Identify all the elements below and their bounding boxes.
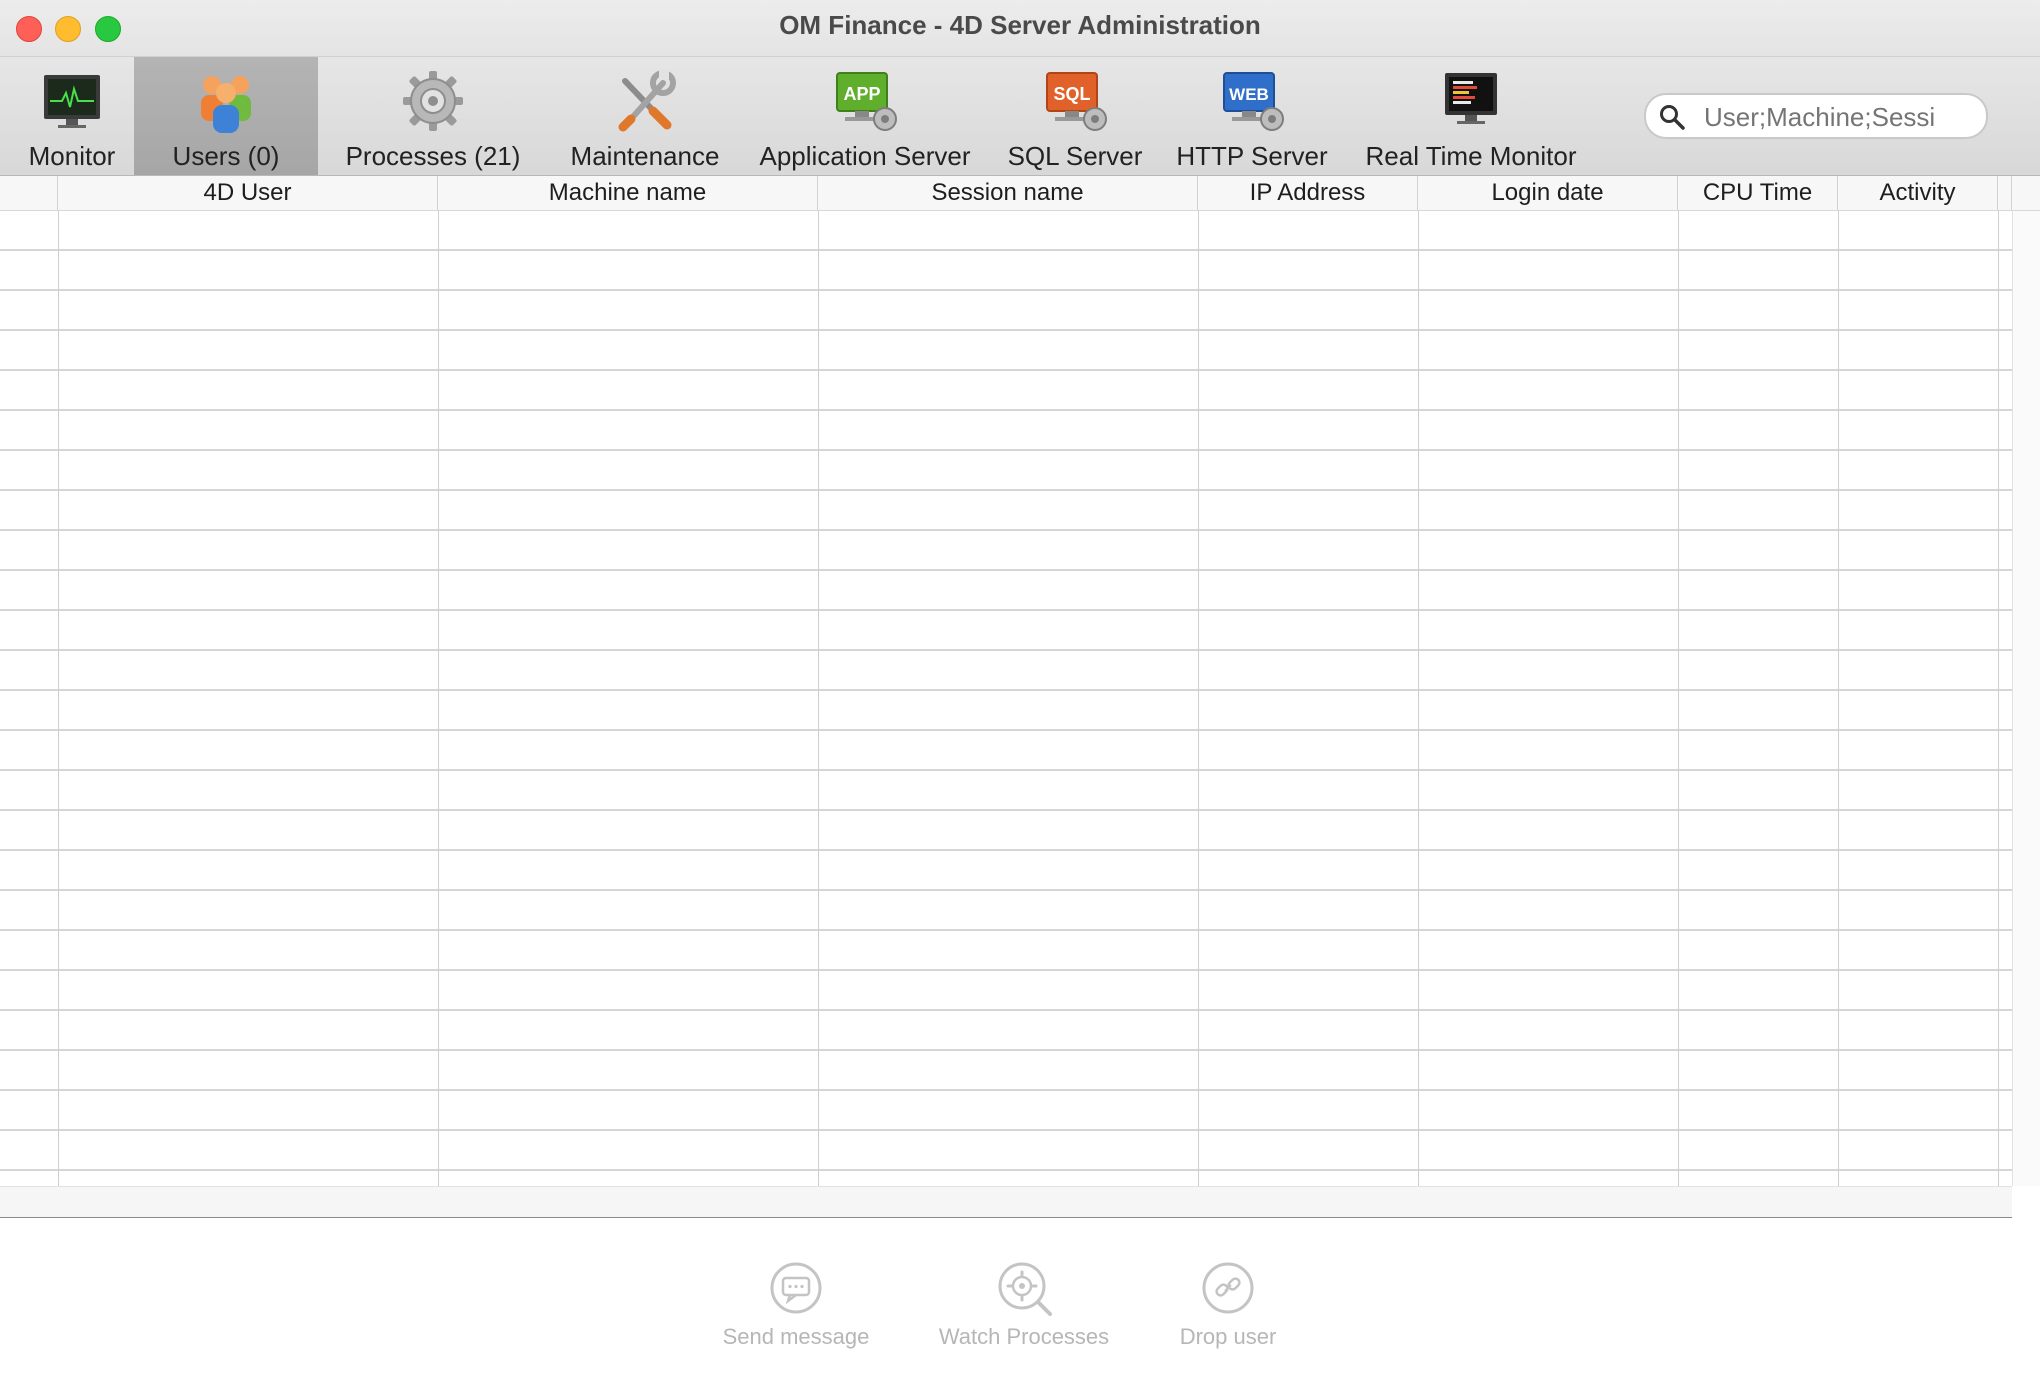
drop-user-button[interactable]: Drop user bbox=[1168, 1258, 1288, 1350]
action-label: Drop user bbox=[1179, 1324, 1277, 1349]
column-header-machine-name[interactable]: Machine name bbox=[438, 176, 818, 210]
tab-label: Processes (21) bbox=[345, 141, 521, 171]
admin-window: OM Finance - 4D Server Administration Mo… bbox=[0, 0, 2040, 1376]
column-divider bbox=[1198, 211, 1199, 1186]
gear-icon bbox=[403, 71, 463, 131]
table-row[interactable] bbox=[0, 451, 2012, 491]
column-divider bbox=[1838, 211, 1839, 1186]
table-row[interactable] bbox=[0, 251, 2012, 291]
real-time-monitor-icon bbox=[1445, 73, 1497, 124]
sql-server-icon: SQL bbox=[1046, 72, 1107, 131]
search-field[interactable] bbox=[1644, 93, 1988, 139]
tab-label: Application Server bbox=[759, 141, 971, 171]
table-row[interactable] bbox=[0, 771, 2012, 811]
table-row[interactable] bbox=[0, 491, 2012, 531]
svg-text:APP: APP bbox=[843, 84, 880, 104]
search-icon bbox=[1660, 105, 1685, 130]
window-title: OM Finance - 4D Server Administration bbox=[779, 10, 1261, 40]
table-row[interactable] bbox=[0, 331, 2012, 371]
column-divider bbox=[1998, 211, 1999, 1186]
svg-text:WEB: WEB bbox=[1229, 85, 1269, 104]
column-divider bbox=[1418, 211, 1419, 1186]
monitor-icon bbox=[44, 75, 100, 128]
table-row[interactable] bbox=[0, 571, 2012, 611]
action-label: Watch Processes bbox=[938, 1324, 1110, 1349]
app-server-icon: APP bbox=[836, 72, 897, 131]
tab-real-time-monitor[interactable]: Real Time Monitor bbox=[1356, 57, 1586, 175]
table-row[interactable] bbox=[0, 1171, 2012, 1186]
action-bar: Send message Watch Processes Drop user bbox=[0, 1218, 2040, 1376]
tab-label: Monitor bbox=[28, 141, 116, 171]
search-input[interactable] bbox=[1702, 99, 1976, 135]
table-row[interactable] bbox=[0, 291, 2012, 331]
column-divider bbox=[1678, 211, 1679, 1186]
action-label: Send message bbox=[722, 1324, 870, 1349]
table-row[interactable] bbox=[0, 411, 2012, 451]
table-row[interactable] bbox=[0, 211, 2012, 251]
column-divider bbox=[58, 211, 59, 1186]
tab-sql-server[interactable]: SQL SQL Server bbox=[998, 57, 1152, 175]
vertical-scrollbar[interactable] bbox=[2012, 211, 2040, 1186]
tools-icon bbox=[618, 69, 676, 132]
table-row[interactable] bbox=[0, 651, 2012, 691]
table-row[interactable] bbox=[0, 1011, 2012, 1051]
title-bar: OM Finance - 4D Server Administration bbox=[0, 0, 2040, 57]
column-divider bbox=[818, 211, 819, 1186]
tab-label: Real Time Monitor bbox=[1365, 141, 1577, 171]
tab-http-server[interactable]: WEB HTTP Server bbox=[1168, 57, 1336, 175]
column-header-spacer bbox=[1998, 176, 2012, 210]
watch-processes-icon bbox=[998, 1262, 1052, 1316]
table-body[interactable] bbox=[0, 211, 2012, 1186]
column-header-activity[interactable]: Activity bbox=[1838, 176, 1998, 210]
column-header-ip-address[interactable]: IP Address bbox=[1198, 176, 1418, 210]
column-header-cpu-time[interactable]: CPU Time bbox=[1678, 176, 1838, 210]
watch-processes-button[interactable]: Watch Processes bbox=[924, 1258, 1124, 1350]
table-header: 4D User Machine name Session name IP Add… bbox=[0, 176, 2040, 211]
table-row[interactable] bbox=[0, 931, 2012, 971]
table-row[interactable] bbox=[0, 531, 2012, 571]
tab-application-server[interactable]: APP Application Server bbox=[748, 57, 982, 175]
table-row[interactable] bbox=[0, 1131, 2012, 1171]
table-row[interactable] bbox=[0, 731, 2012, 771]
column-header-session-name[interactable]: Session name bbox=[818, 176, 1198, 210]
http-server-icon: WEB bbox=[1223, 72, 1284, 131]
users-table: 4D User Machine name Session name IP Add… bbox=[0, 176, 2040, 1186]
table-row[interactable] bbox=[0, 371, 2012, 411]
tab-processes[interactable]: Processes (21) bbox=[330, 57, 536, 175]
users-icon bbox=[201, 76, 251, 133]
table-row[interactable] bbox=[0, 1091, 2012, 1131]
tab-label: SQL Server bbox=[1007, 141, 1143, 171]
send-message-button[interactable]: Send message bbox=[716, 1258, 876, 1350]
column-header-4d-user[interactable]: 4D User bbox=[58, 176, 438, 210]
table-row[interactable] bbox=[0, 971, 2012, 1011]
column-divider bbox=[438, 211, 439, 1186]
table-row[interactable] bbox=[0, 611, 2012, 651]
horizontal-scrollbar[interactable] bbox=[0, 1186, 2012, 1219]
column-header-login-date[interactable]: Login date bbox=[1418, 176, 1678, 210]
toolbar: Monitor Users (0) Processes (21) Mainten… bbox=[0, 57, 2040, 176]
table-row[interactable] bbox=[0, 691, 2012, 731]
drop-user-icon bbox=[1202, 1262, 1254, 1314]
tab-label: HTTP Server bbox=[1176, 141, 1328, 171]
table-row[interactable] bbox=[0, 1051, 2012, 1091]
table-row[interactable] bbox=[0, 891, 2012, 931]
message-icon bbox=[770, 1262, 822, 1314]
tab-label: Maintenance bbox=[570, 141, 720, 171]
column-header-row-index[interactable] bbox=[0, 176, 58, 210]
tab-users[interactable]: Users (0) bbox=[134, 57, 318, 175]
tab-maintenance[interactable]: Maintenance bbox=[558, 57, 732, 175]
table-row[interactable] bbox=[0, 811, 2012, 851]
tab-monitor[interactable]: Monitor bbox=[10, 57, 134, 175]
svg-text:SQL: SQL bbox=[1053, 84, 1090, 104]
table-row[interactable] bbox=[0, 851, 2012, 891]
tab-label: Users (0) bbox=[172, 141, 280, 171]
